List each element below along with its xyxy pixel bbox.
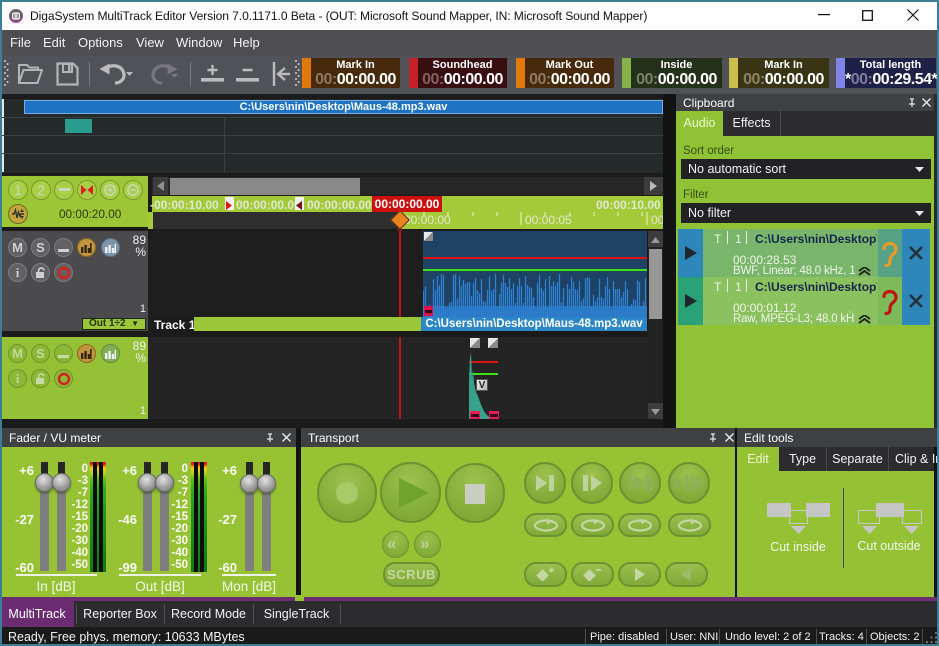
svg-text:00:00:00: 00:00:00 xyxy=(404,213,451,227)
svg-text:00:00:05: 00:00:05 xyxy=(525,213,572,227)
svg-text:00:: 00: xyxy=(651,213,663,227)
